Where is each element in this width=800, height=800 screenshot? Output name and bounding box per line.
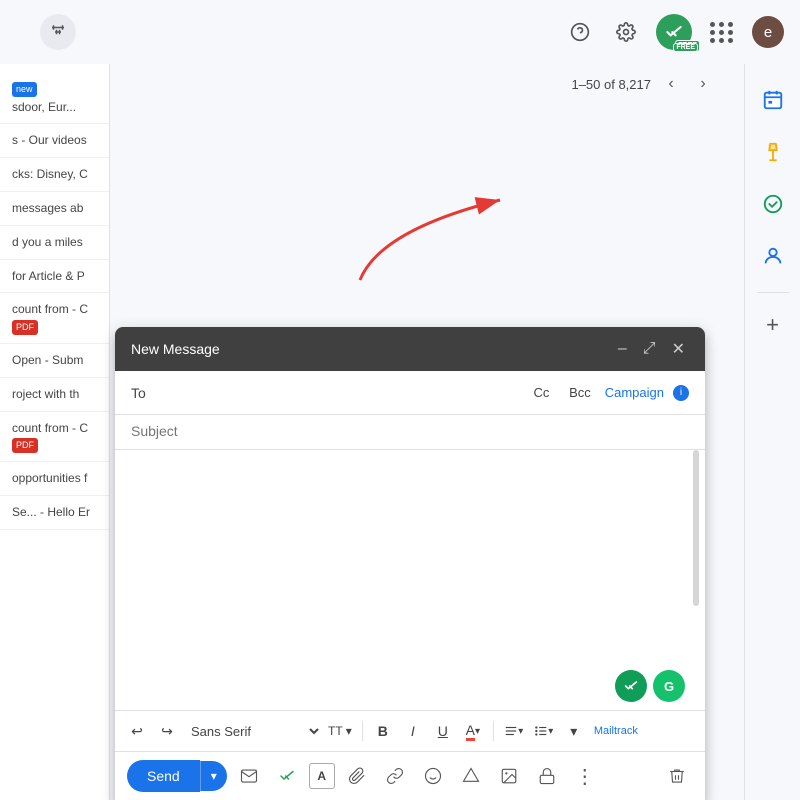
attach-button[interactable] — [341, 760, 373, 792]
text-size-button[interactable]: TT ▾ — [324, 717, 356, 745]
send-dropdown-button[interactable]: ▾ — [200, 761, 227, 791]
compose-header[interactable]: New Message – ⤢ ✕ — [115, 327, 705, 371]
pagination-prev[interactable]: ‹ — [659, 72, 683, 96]
list-item[interactable]: s - Our videos — [0, 124, 109, 158]
drive-button[interactable] — [455, 760, 487, 792]
pagination-next[interactable]: › — [691, 72, 715, 96]
to-input[interactable] — [159, 385, 534, 401]
mailtrack-header-icon[interactable]: FREE — [656, 14, 692, 50]
grammarly-button[interactable]: G — [653, 670, 685, 702]
trash-button[interactable] — [661, 760, 693, 792]
sidebar-icon-contacts[interactable] — [753, 236, 793, 276]
mailtrack-action-icon[interactable] — [233, 760, 265, 792]
sidebar-icon-tasks[interactable] — [753, 184, 793, 224]
compose-body-actions: G — [615, 670, 685, 702]
cc-bcc-group: Cc Bcc — [534, 385, 591, 400]
help-button[interactable] — [564, 16, 596, 48]
compose-actions: Send ▾ A — [115, 751, 705, 800]
close-button[interactable]: ✕ — [668, 337, 689, 361]
text-color-button[interactable]: A ▾ — [459, 717, 487, 745]
compose-body[interactable]: G — [115, 450, 705, 710]
format-text-button[interactable]: A — [309, 763, 335, 789]
top-bar: FREE e — [0, 0, 800, 64]
apps-button[interactable] — [706, 16, 738, 48]
pagination-range: 1–50 of 8,217 — [571, 77, 651, 92]
align-button[interactable]: ▾ — [500, 717, 528, 745]
list-item[interactable]: count from - C PDF — [0, 293, 109, 344]
photo-button[interactable] — [493, 760, 525, 792]
list-item[interactable]: Se... - Hello Er — [0, 496, 109, 530]
minimize-button[interactable]: – — [614, 338, 631, 360]
filter-icon[interactable] — [40, 14, 76, 50]
compose-to-row: To Cc Bcc Campaign i — [115, 371, 705, 415]
more-formatting-button[interactable]: ▾ — [560, 717, 588, 745]
list-item[interactable]: cks: Disney, C — [0, 158, 109, 192]
top-bar-right: FREE e — [564, 14, 784, 50]
send-btn-group: Send ▾ — [127, 760, 227, 792]
to-label: To — [131, 385, 159, 401]
right-sidebar: + — [744, 64, 800, 800]
compose-title: New Message — [131, 341, 220, 357]
compose-subject-row — [115, 415, 705, 450]
mailtrack-text: Mailtrack — [594, 725, 638, 737]
top-bar-left — [40, 14, 76, 50]
maximize-button[interactable]: ⤢ — [639, 338, 660, 360]
apps-grid-icon — [708, 20, 736, 45]
compose-toolbar: ↩ ↪ Sans Serif Arial Times New Roman TT … — [115, 710, 705, 751]
sidebar-divider — [757, 292, 789, 293]
sidebar-add-button[interactable]: + — [757, 309, 789, 341]
bcc-link[interactable]: Bcc — [569, 385, 591, 400]
free-badge: FREE — [675, 40, 700, 52]
send-button[interactable]: Send — [127, 760, 200, 792]
list-item[interactable]: Open - Subm — [0, 344, 109, 378]
email-list: new sdoor, Eur... s - Our videos cks: Di… — [0, 64, 110, 800]
italic-button[interactable]: I — [399, 717, 427, 745]
new-badge: new — [12, 82, 37, 97]
toolbar-divider-2 — [493, 721, 494, 741]
sidebar-icon-calendar[interactable] — [753, 80, 793, 120]
list-item[interactable]: d you a miles — [0, 226, 109, 260]
toolbar-divider-1 — [362, 721, 363, 741]
more-actions-button[interactable]: ⋮ — [569, 760, 601, 792]
bold-button[interactable]: B — [369, 717, 397, 745]
list-item[interactable]: new sdoor, Eur... — [0, 72, 109, 124]
list-item[interactable]: roject with th — [0, 378, 109, 412]
pdf-badge: PDF — [12, 320, 38, 335]
mailtrack-body-button[interactable] — [615, 670, 647, 702]
redo-button[interactable]: ↪ — [153, 717, 181, 745]
compose-scrollbar — [693, 450, 699, 606]
user-avatar[interactable]: e — [752, 16, 784, 48]
compose-header-actions: – ⤢ ✕ — [614, 337, 689, 361]
list-item[interactable]: count from - C PDF — [0, 412, 109, 463]
lock-button[interactable] — [531, 760, 563, 792]
underline-button[interactable]: U — [429, 717, 457, 745]
undo-button[interactable]: ↩ — [123, 717, 151, 745]
sidebar-icon-keep[interactable] — [753, 132, 793, 172]
cc-link[interactable]: Cc — [534, 385, 550, 400]
emoji-button[interactable] — [417, 760, 449, 792]
list-item[interactable]: for Article & P — [0, 260, 109, 294]
campaign-info-icon[interactable]: i — [673, 385, 689, 401]
link-button[interactable] — [379, 760, 411, 792]
subject-input[interactable] — [131, 423, 689, 439]
compose-window: New Message – ⤢ ✕ To Cc Bcc Campaign i — [115, 327, 705, 800]
pagination: 1–50 of 8,217 ‹ › — [571, 72, 715, 96]
list-item[interactable]: opportunities f — [0, 462, 109, 496]
list-item[interactable]: messages ab — [0, 192, 109, 226]
text-size-icon: TT ▾ — [328, 724, 352, 738]
list-button[interactable]: ▾ — [530, 717, 558, 745]
settings-button[interactable] — [610, 16, 642, 48]
pdf-badge-2: PDF — [12, 438, 38, 453]
mailtrack-action-icon-2[interactable] — [271, 760, 303, 792]
cc-bcc-campaign: Cc Bcc Campaign i — [534, 385, 689, 401]
font-select[interactable]: Sans Serif Arial Times New Roman — [183, 723, 322, 740]
campaign-link[interactable]: Campaign — [605, 385, 664, 400]
